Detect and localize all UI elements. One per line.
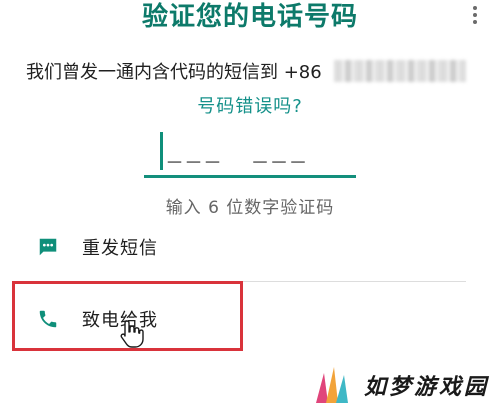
sms-icon — [36, 235, 60, 259]
verification-code-input[interactable]: ___ ___ — [144, 130, 356, 178]
rumeng-logo-icon — [316, 366, 348, 403]
code-hint: 输入 6 位数字验证码 — [165, 198, 335, 218]
code-input-underline — [144, 175, 356, 178]
hand-pointer-icon — [119, 319, 145, 353]
more-options-icon[interactable] — [472, 6, 478, 24]
watermark: 如梦游戏园 — [312, 360, 500, 409]
watermark-text: 如梦游戏园 — [364, 374, 490, 400]
sms-sent-message: 我们曾发一通内含代码的短信到 +86 — [26, 62, 322, 83]
resend-sms-label: 重发短信 — [82, 238, 158, 259]
masked-phone-number — [334, 60, 466, 82]
page-title: 验证您的电话号码 — [141, 2, 358, 32]
code-placeholder: ___ ___ — [168, 134, 311, 164]
wrong-number-link[interactable]: 号码错误吗? — [0, 92, 500, 118]
resend-sms-item[interactable]: 重发短信 — [36, 230, 158, 264]
text-cursor — [160, 132, 163, 170]
